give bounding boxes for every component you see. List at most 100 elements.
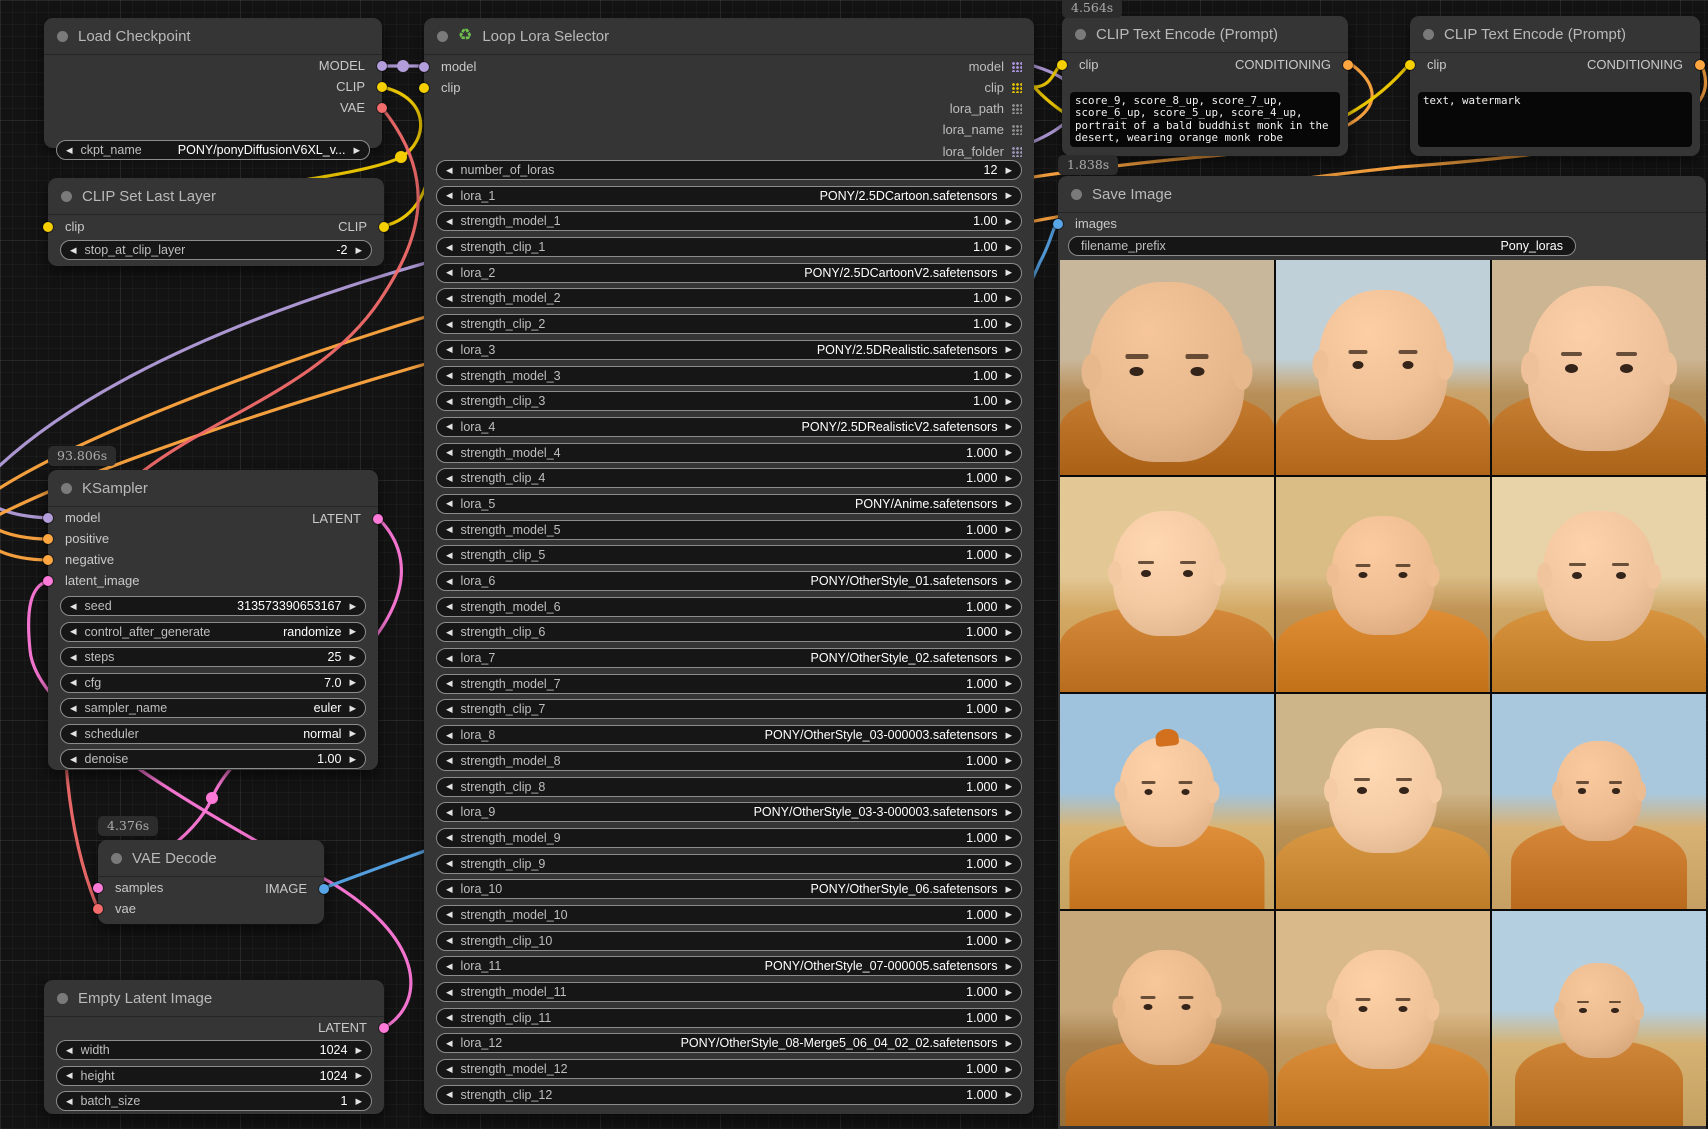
increment-arrow-icon[interactable]: ▶ [1005, 396, 1012, 407]
clip-port-icon[interactable] [43, 222, 53, 232]
monk-portrait-4[interactable] [1060, 477, 1274, 692]
collapse-dot-icon[interactable] [61, 483, 72, 494]
decrement-arrow-icon[interactable]: ◀ [446, 730, 453, 741]
node-title-bar[interactable]: CLIP Text Encode (Prompt) [1410, 16, 1700, 53]
prompt-textarea[interactable]: score_9, score_8_up, score_7_up, score_6… [1070, 92, 1340, 147]
widget-strength_clip_2[interactable]: ◀strength_clip_21.00▶ [436, 314, 1022, 334]
node-clip-text-encode-negative[interactable]: CLIP Text Encode (Prompt) clip CONDITION… [1410, 16, 1700, 156]
grid-port-icon[interactable] [1011, 61, 1022, 72]
widget-strength_clip_10[interactable]: ◀strength_clip_101.000▶ [436, 931, 1022, 951]
input-clip[interactable]: clip [48, 216, 185, 237]
widget-lora_8[interactable]: ◀lora_8PONY/OtherStyle_03-000003.safeten… [436, 725, 1022, 745]
increment-arrow-icon[interactable]: ▶ [355, 245, 362, 256]
decrement-arrow-icon[interactable]: ◀ [446, 1089, 453, 1100]
decrement-arrow-icon[interactable]: ◀ [446, 1064, 453, 1075]
increment-arrow-icon[interactable]: ▶ [349, 728, 356, 739]
widget-batch_size[interactable]: ◀batch_size1▶ [56, 1091, 372, 1111]
widget-strength_model_6[interactable]: ◀strength_model_61.000▶ [436, 597, 1022, 617]
decrement-arrow-icon[interactable]: ◀ [446, 370, 453, 381]
increment-arrow-icon[interactable]: ▶ [349, 754, 356, 765]
node-title-bar[interactable]: ♻ Loop Lora Selector [424, 18, 1034, 55]
clip-port-icon[interactable] [1057, 60, 1067, 70]
widget-denoise[interactable]: ◀denoise1.00▶ [60, 749, 366, 769]
increment-arrow-icon[interactable]: ▶ [349, 601, 356, 612]
node-title-bar[interactable]: VAE Decode [98, 840, 324, 877]
decrement-arrow-icon[interactable]: ◀ [446, 242, 453, 253]
comfyui-canvas[interactable]: { "port_colors":{"model":"#b39ddb","clip… [0, 0, 1708, 1129]
monk-portrait-6[interactable] [1492, 477, 1706, 692]
output-model[interactable]: model [969, 56, 1022, 77]
increment-arrow-icon[interactable]: ▶ [1005, 884, 1012, 895]
widget-lora_7[interactable]: ◀lora_7PONY/OtherStyle_02.safetensors▶ [436, 648, 1022, 668]
decrement-arrow-icon[interactable]: ◀ [446, 293, 453, 304]
node-vae-decode[interactable]: VAE Decode samples vae IMAGE [98, 840, 324, 924]
increment-arrow-icon[interactable]: ▶ [1005, 1012, 1012, 1023]
decrement-arrow-icon[interactable]: ◀ [446, 935, 453, 946]
monk-portrait-1[interactable] [1060, 260, 1274, 475]
grid-port-icon[interactable] [1011, 82, 1022, 93]
widget-strength_clip_12[interactable]: ◀strength_clip_121.000▶ [436, 1085, 1022, 1105]
input-model[interactable]: model [424, 56, 581, 77]
conditioning-port-icon[interactable] [1695, 60, 1705, 70]
widget-number_of_loras[interactable]: ◀number_of_loras12▶ [436, 160, 1022, 180]
node-title-bar[interactable]: CLIP Text Encode (Prompt) [1062, 16, 1348, 53]
decrement-arrow-icon[interactable]: ◀ [446, 884, 453, 895]
output-conditioning[interactable]: CONDITIONING [1513, 54, 1700, 75]
decrement-arrow-icon[interactable]: ◀ [66, 1070, 73, 1081]
widget-stop_at_clip_layer[interactable]: ◀stop_at_clip_layer-2▶ [60, 240, 372, 260]
collapse-dot-icon[interactable] [1071, 189, 1082, 200]
latent-port-icon[interactable] [373, 514, 383, 524]
decrement-arrow-icon[interactable]: ◀ [70, 754, 77, 765]
output-latent[interactable]: LATENT [44, 1017, 384, 1038]
widget-height[interactable]: ◀height1024▶ [56, 1066, 372, 1086]
increment-arrow-icon[interactable]: ▶ [1005, 730, 1012, 741]
grid-port-icon[interactable] [1011, 103, 1022, 114]
widget-strength_clip_8[interactable]: ◀strength_clip_81.000▶ [436, 777, 1022, 797]
widget-strength_model_7[interactable]: ◀strength_model_71.000▶ [436, 674, 1022, 694]
input-positive[interactable]: positive [48, 528, 378, 549]
decrement-arrow-icon[interactable]: ◀ [446, 781, 453, 792]
increment-arrow-icon[interactable]: ▶ [1005, 909, 1012, 920]
widget-strength_model_11[interactable]: ◀strength_model_111.000▶ [436, 982, 1022, 1002]
decrement-arrow-icon[interactable]: ◀ [446, 1038, 453, 1049]
decrement-arrow-icon[interactable]: ◀ [66, 1045, 73, 1056]
clip-port-icon[interactable] [377, 82, 387, 92]
widget-steps[interactable]: ◀steps25▶ [60, 647, 366, 667]
widget-strength_model_2[interactable]: ◀strength_model_21.00▶ [436, 288, 1022, 308]
widget-ckpt_name[interactable]: ◀ckpt_namePONY/ponyDiffusionV6XL_v...▶ [56, 140, 370, 160]
monk-portrait-3[interactable] [1492, 260, 1706, 475]
output-clip[interactable]: CLIP [247, 216, 384, 237]
monk-portrait-10[interactable] [1060, 911, 1274, 1126]
widget-lora_3[interactable]: ◀lora_3PONY/2.5DRealistic.safetensors▶ [436, 340, 1022, 360]
increment-arrow-icon[interactable]: ▶ [349, 703, 356, 714]
collapse-dot-icon[interactable] [61, 191, 72, 202]
decrement-arrow-icon[interactable]: ◀ [446, 396, 453, 407]
increment-arrow-icon[interactable]: ▶ [1005, 755, 1012, 766]
widget-strength_clip_6[interactable]: ◀strength_clip_61.000▶ [436, 622, 1022, 642]
decrement-arrow-icon[interactable]: ◀ [446, 473, 453, 484]
conditioning-port-icon[interactable] [43, 534, 53, 544]
widget-lora_11[interactable]: ◀lora_11PONY/OtherStyle_07-000005.safete… [436, 956, 1022, 976]
node-title-bar[interactable]: KSampler [48, 470, 378, 507]
node-load-checkpoint[interactable]: Load Checkpoint MODEL CLIP VAE ◀ckpt_nam… [44, 18, 382, 148]
decrement-arrow-icon[interactable]: ◀ [446, 858, 453, 869]
increment-arrow-icon[interactable]: ▶ [1005, 935, 1012, 946]
increment-arrow-icon[interactable]: ▶ [1005, 242, 1012, 253]
decrement-arrow-icon[interactable]: ◀ [446, 498, 453, 509]
decrement-arrow-icon[interactable]: ◀ [446, 550, 453, 561]
monk-portrait-11[interactable] [1276, 911, 1490, 1126]
node-clip-set-last-layer[interactable]: CLIP Set Last Layer clip CLIP ◀stop_at_c… [48, 178, 384, 266]
decrement-arrow-icon[interactable]: ◀ [66, 1096, 73, 1107]
decrement-arrow-icon[interactable]: ◀ [446, 524, 453, 535]
collapse-dot-icon[interactable] [1075, 29, 1086, 40]
increment-arrow-icon[interactable]: ▶ [355, 1096, 362, 1107]
output-latent[interactable]: LATENT [241, 508, 378, 529]
monk-portrait-9[interactable] [1492, 694, 1706, 909]
increment-arrow-icon[interactable]: ▶ [1005, 267, 1012, 278]
increment-arrow-icon[interactable]: ▶ [1005, 498, 1012, 509]
decrement-arrow-icon[interactable]: ◀ [446, 447, 453, 458]
input-negative[interactable]: negative [48, 549, 378, 570]
widget-lora_9[interactable]: ◀lora_9PONY/OtherStyle_03-3-000003.safet… [436, 802, 1022, 822]
input-clip[interactable]: clip [424, 77, 581, 98]
increment-arrow-icon[interactable]: ▶ [355, 1045, 362, 1056]
